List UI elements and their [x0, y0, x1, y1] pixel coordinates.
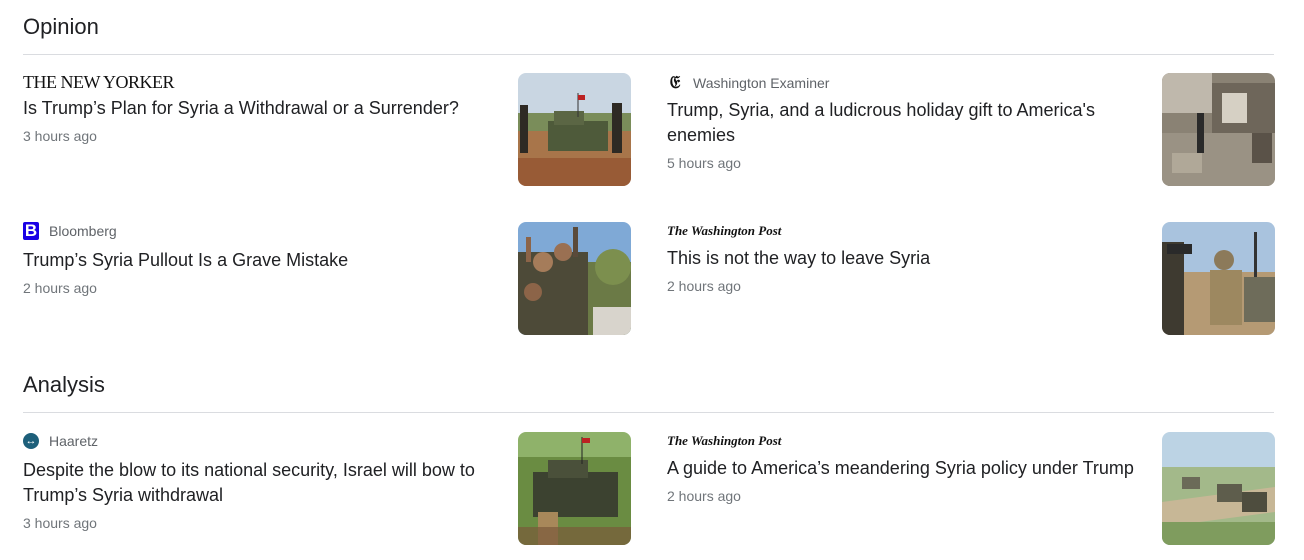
article-headline[interactable]: Trump, Syria, and a ludicrous holiday gi… — [667, 98, 1137, 148]
article-time: 2 hours ago — [667, 488, 741, 504]
article-headline[interactable]: A guide to America’s meandering Syria po… — [667, 456, 1147, 481]
article-time: 3 hours ago — [23, 128, 97, 144]
divider — [23, 54, 1274, 55]
source-row: The Washington Post — [667, 432, 781, 450]
article-time: 2 hours ago — [667, 278, 741, 294]
section-title-opinion: Opinion — [23, 14, 99, 39]
article-card[interactable]: THE NEW YORKER Is Trump’s Plan for Syria… — [23, 71, 631, 187]
article-card[interactable]: B Bloomberg Trump’s Syria Pullout Is a G… — [23, 222, 631, 336]
source-name: Bloomberg — [49, 223, 117, 239]
haaretz-icon: ↔ — [23, 433, 39, 449]
article-card[interactable]: The Washington Post This is not the way … — [667, 222, 1275, 336]
article-headline[interactable]: Despite the blow to its national securit… — [23, 458, 493, 508]
article-headline[interactable]: Is Trump’s Plan for Syria a Withdrawal o… — [23, 96, 493, 121]
article-time: 2 hours ago — [23, 280, 97, 296]
article-time: 3 hours ago — [23, 515, 97, 531]
source-row: B Bloomberg — [23, 222, 117, 240]
section-title-analysis: Analysis — [23, 372, 105, 397]
article-headline[interactable]: Trump’s Syria Pullout Is a Grave Mistake — [23, 248, 493, 273]
article-thumbnail[interactable] — [518, 73, 631, 186]
washington-post-logo: The Washington Post — [667, 433, 782, 448]
source-name: Washington Examiner — [693, 75, 830, 91]
section-analysis: Analysis ↔ Haaretz Despite the blow to i… — [23, 370, 1275, 550]
article-headline[interactable]: This is not the way to leave Syria — [667, 246, 1137, 271]
article-card[interactable]: ↔ Haaretz Despite the blow to its nation… — [23, 432, 631, 546]
article-time: 5 hours ago — [667, 155, 741, 171]
source-row: ↔ Haaretz — [23, 432, 98, 450]
source-row: The Washington Post — [667, 222, 781, 240]
divider — [23, 412, 1274, 413]
source-row: 𝔈 Washington Examiner — [667, 73, 830, 92]
bloomberg-icon: B — [23, 221, 39, 240]
section-opinion: Opinion THE NEW YORKER Is Trump’s Plan f… — [23, 12, 1275, 342]
article-thumbnail[interactable] — [1162, 73, 1275, 186]
source-row: THE NEW YORKER — [23, 71, 174, 92]
new-yorker-logo: THE NEW YORKER — [23, 71, 174, 92]
article-thumbnail[interactable] — [518, 432, 631, 545]
article-thumbnail[interactable] — [518, 222, 631, 335]
washington-examiner-icon: 𝔈 — [669, 73, 681, 92]
article-thumbnail[interactable] — [1162, 432, 1275, 545]
article-thumbnail[interactable] — [1162, 222, 1275, 335]
source-name: Haaretz — [49, 433, 99, 449]
article-card[interactable]: 𝔈 Washington Examiner Trump, Syria, and … — [667, 73, 1275, 187]
washington-post-logo: The Washington Post — [667, 223, 782, 238]
article-card[interactable]: The Washington Post A guide to America’s… — [667, 432, 1275, 546]
